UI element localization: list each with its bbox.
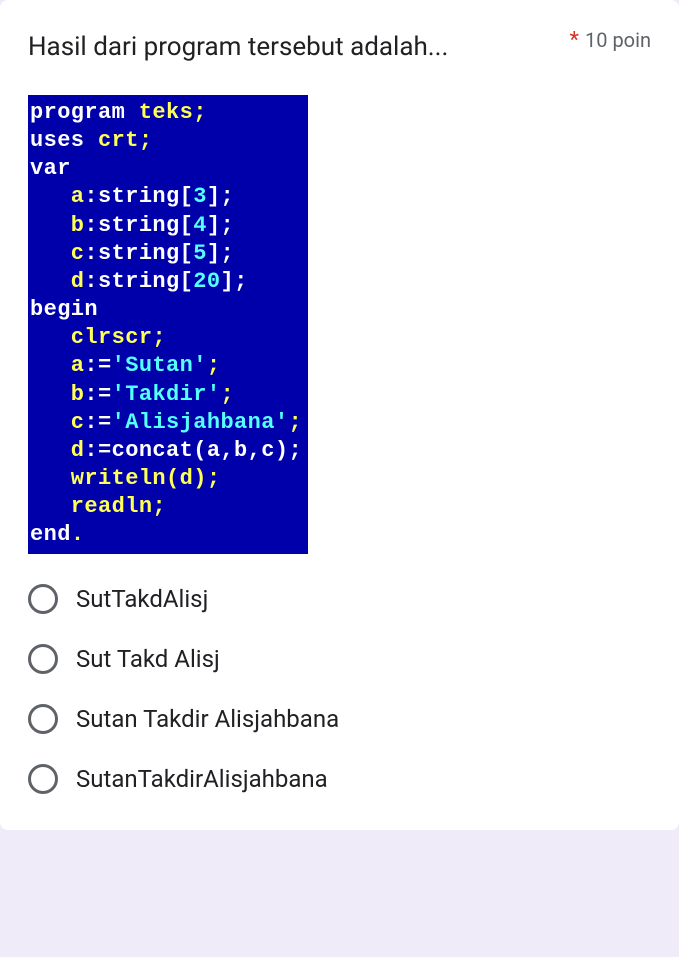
code-image: program teks; uses crt; var a:string[3];… xyxy=(28,95,308,554)
radio-icon xyxy=(28,764,58,794)
option-label: Sut Takd Alisj xyxy=(76,645,220,673)
option-0[interactable]: SutTakdAlisj xyxy=(28,584,651,614)
option-label: Sutan Takdir Alisjahbana xyxy=(76,705,339,733)
question-header: Hasil dari program tersebut adalah... * … xyxy=(28,28,651,67)
option-label: SutTakdAlisj xyxy=(76,585,208,613)
question-card: Hasil dari program tersebut adalah... * … xyxy=(0,0,679,830)
radio-icon xyxy=(28,644,58,674)
points-wrap: * 10 poin xyxy=(570,28,651,53)
points-text: 10 poin xyxy=(585,28,651,52)
question-text: Hasil dari program tersebut adalah... xyxy=(28,28,558,67)
radio-icon xyxy=(28,584,58,614)
options-group: SutTakdAlisj Sut Takd Alisj Sutan Takdir… xyxy=(28,584,651,794)
radio-icon xyxy=(28,704,58,734)
required-indicator: * xyxy=(570,28,579,53)
option-2[interactable]: Sutan Takdir Alisjahbana xyxy=(28,704,651,734)
option-1[interactable]: Sut Takd Alisj xyxy=(28,644,651,674)
option-3[interactable]: SutanTakdirAlisjahbana xyxy=(28,764,651,794)
option-label: SutanTakdirAlisjahbana xyxy=(76,765,328,793)
